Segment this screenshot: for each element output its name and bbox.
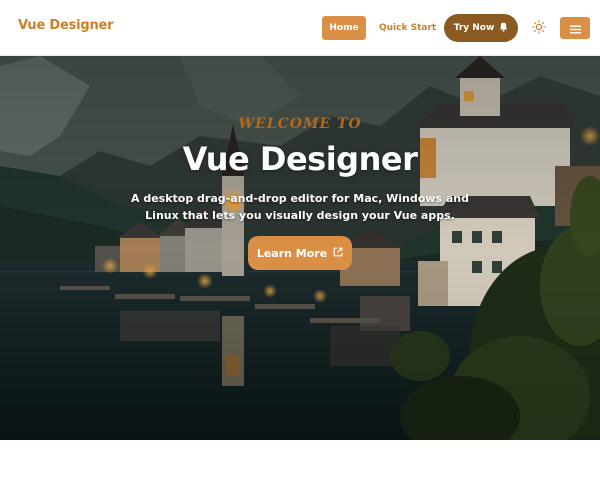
external-link-icon bbox=[333, 247, 343, 260]
nav-home-button[interactable]: Home bbox=[322, 16, 366, 40]
hero-description: A desktop drag-and-drop editor for Mac, … bbox=[131, 192, 469, 222]
page-bottom-area bbox=[0, 440, 600, 497]
top-navbar: Vue Designer Home Quick Start Try Now bbox=[0, 0, 600, 56]
nav-quick-start-link[interactable]: Quick Start bbox=[379, 16, 436, 40]
bell-icon bbox=[499, 22, 508, 35]
learn-more-label: Learn More bbox=[256, 246, 328, 260]
try-now-label: Try Now bbox=[453, 23, 495, 33]
learn-more-button[interactable]: Learn More bbox=[248, 236, 352, 270]
try-now-button[interactable]: Try Now bbox=[444, 14, 518, 42]
hero-title: Vue Designer bbox=[182, 140, 418, 178]
nav-home-label: Home bbox=[329, 23, 359, 33]
hamburger-menu-icon bbox=[569, 19, 581, 38]
nav-quick-start-label: Quick Start bbox=[379, 23, 437, 33]
menu-button[interactable] bbox=[560, 17, 590, 39]
welcome-text: WELCOME TO bbox=[238, 116, 362, 132]
brand-logo[interactable]: Vue Designer bbox=[18, 18, 114, 33]
sun-icon bbox=[532, 19, 546, 38]
hero-section: WELCOME TO Vue Designer A desktop drag-a… bbox=[0, 56, 600, 440]
theme-toggle-button[interactable] bbox=[530, 19, 548, 37]
